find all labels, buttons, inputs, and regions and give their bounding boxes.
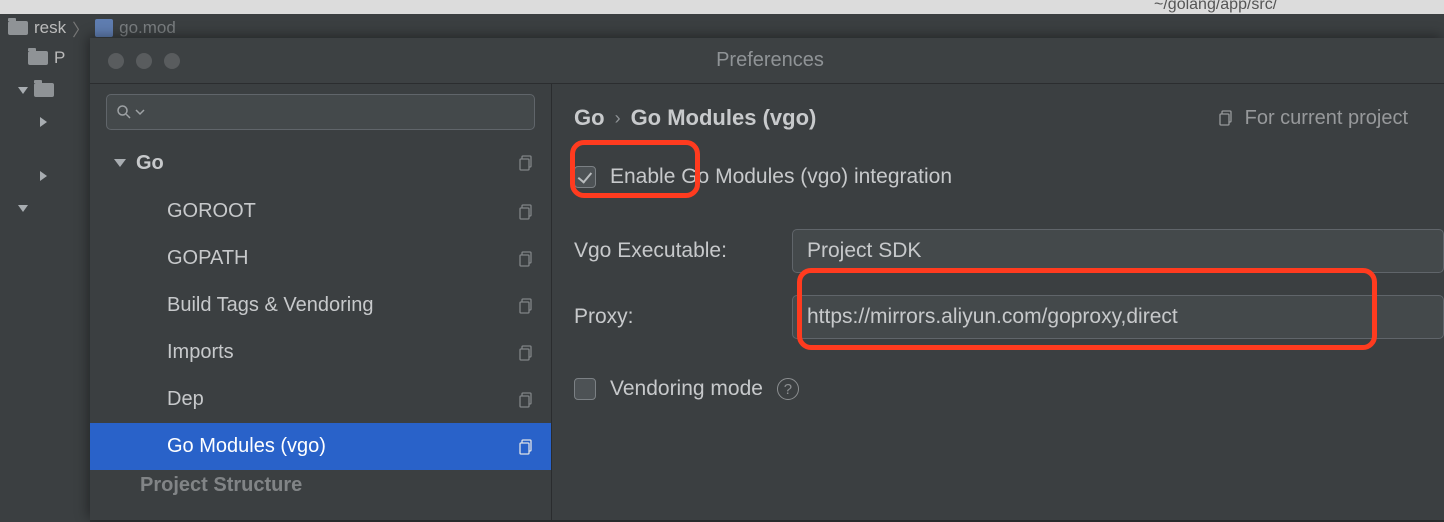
sidebar-item-imports[interactable]: Imports <box>90 329 551 376</box>
copy-icon[interactable] <box>519 392 535 408</box>
folder-icon <box>8 21 28 35</box>
sidebar-item-dep[interactable]: Dep <box>90 376 551 423</box>
scope-label: For current project <box>1245 107 1408 130</box>
enable-go-modules-checkbox[interactable] <box>574 166 596 188</box>
crumb-go-modules: Go Modules (vgo) <box>631 105 817 131</box>
copy-icon <box>1219 110 1235 126</box>
vgo-executable-label: Vgo Executable: <box>574 239 792 263</box>
tree-row[interactable] <box>0 74 90 106</box>
chevron-down-icon <box>114 159 126 167</box>
sidebar-item-go-modules[interactable]: Go Modules (vgo) <box>90 423 551 470</box>
titlebar: Preferences <box>90 38 1444 84</box>
chevron-right-icon <box>40 117 47 127</box>
tree-row[interactable] <box>0 106 90 138</box>
proxy-value: https://mirrors.aliyun.com/goproxy,direc… <box>807 305 1178 329</box>
chevron-right-icon: › <box>615 108 621 129</box>
sidebar-item-label: Imports <box>167 341 234 364</box>
folder-icon <box>28 51 48 65</box>
project-name[interactable]: resk <box>34 18 66 38</box>
copy-icon[interactable] <box>519 345 535 361</box>
copy-icon[interactable] <box>519 298 535 314</box>
scope-indicator: For current project <box>1219 107 1408 130</box>
tree-row[interactable]: P <box>0 42 90 74</box>
proxy-label: Proxy: <box>574 305 792 329</box>
sidebar-group-project-structure[interactable]: Project Structure <box>90 470 551 500</box>
open-file[interactable]: go.mod <box>119 18 176 38</box>
chevron-down-icon[interactable] <box>135 107 145 117</box>
sidebar-group-label: Go <box>136 152 164 175</box>
copy-icon[interactable] <box>519 155 535 171</box>
window-controls[interactable] <box>108 53 180 69</box>
proxy-field[interactable]: https://mirrors.aliyun.com/goproxy,direc… <box>792 295 1444 339</box>
file-icon <box>95 19 113 37</box>
search-input[interactable] <box>106 94 535 130</box>
sidebar-item-goroot[interactable]: GOROOT <box>90 188 551 235</box>
sidebar-item-gopath[interactable]: GOPATH <box>90 235 551 282</box>
settings-content: Go › Go Modules (vgo) For current projec… <box>552 84 1444 520</box>
crumb-go[interactable]: Go <box>574 105 605 131</box>
chevron-right-icon <box>40 171 47 181</box>
bg-status-path: ~/golang/app/src/ <box>1154 0 1277 14</box>
sidebar-group-label: Project Structure <box>140 474 302 497</box>
help-icon[interactable]: ? <box>777 378 799 400</box>
vendoring-mode-checkbox[interactable] <box>574 378 596 400</box>
sidebar-item-label: GOPATH <box>167 247 248 270</box>
close-icon[interactable] <box>108 53 124 69</box>
vgo-executable-value: Project SDK <box>807 239 921 263</box>
tree-row[interactable] <box>0 192 90 224</box>
copy-icon[interactable] <box>519 439 535 455</box>
project-tree: P <box>0 42 90 522</box>
settings-sidebar: Go GOROOT GOPATH Build Tags & Vendoring … <box>90 84 552 520</box>
sidebar-item-label: Go Modules (vgo) <box>167 435 326 458</box>
vgo-executable-field[interactable]: Project SDK <box>792 229 1444 273</box>
page-breadcrumb: Go › Go Modules (vgo) For current projec… <box>574 98 1444 138</box>
vendoring-mode-label: Vendoring mode <box>610 377 763 401</box>
chevron-right-icon: 〉 <box>72 16 89 41</box>
sidebar-item-label: Build Tags & Vendoring <box>167 294 373 317</box>
enable-go-modules-label: Enable Go Modules (vgo) integration <box>610 165 952 189</box>
chevron-down-icon <box>18 87 28 94</box>
zoom-icon[interactable] <box>164 53 180 69</box>
copy-icon[interactable] <box>519 251 535 267</box>
dialog-title: Preferences <box>180 49 1360 72</box>
tree-label: P <box>54 48 65 68</box>
chevron-down-icon <box>18 205 28 212</box>
copy-icon[interactable] <box>519 204 535 220</box>
sidebar-item-build-tags[interactable]: Build Tags & Vendoring <box>90 282 551 329</box>
folder-icon <box>34 83 54 97</box>
minimize-icon[interactable] <box>136 53 152 69</box>
sidebar-group-go[interactable]: Go <box>90 138 551 188</box>
sidebar-item-label: Dep <box>167 388 204 411</box>
search-icon <box>115 103 133 121</box>
preferences-dialog: Preferences Go GOROOT GOPATH Build Tags … <box>90 38 1444 520</box>
sidebar-item-label: GOROOT <box>167 200 256 223</box>
tree-row[interactable] <box>0 160 90 192</box>
